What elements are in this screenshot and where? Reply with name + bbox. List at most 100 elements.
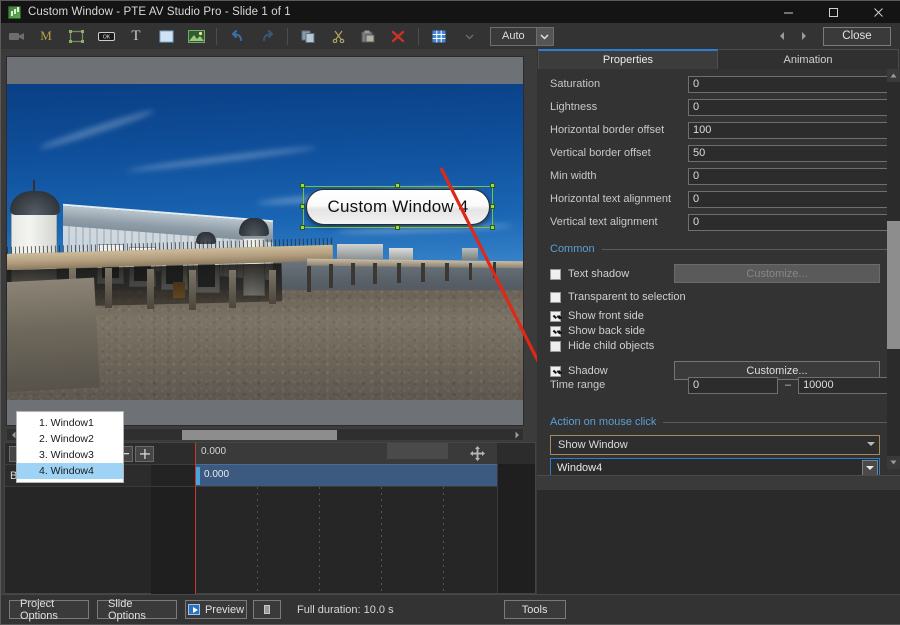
svg-text:OK: OK xyxy=(102,34,110,40)
chevron-down-icon[interactable] xyxy=(862,460,878,476)
project-options-button[interactable]: Project Options xyxy=(9,598,89,622)
action-type-combo[interactable]: Show Window xyxy=(550,435,880,455)
time-range-dash: – xyxy=(784,379,792,391)
dropdown-option-window3[interactable]: 3. Window3 xyxy=(17,447,123,463)
resize-handle-ne[interactable] xyxy=(490,183,495,188)
resize-handle-e[interactable] xyxy=(490,204,495,209)
tab-properties[interactable]: Properties xyxy=(538,49,718,69)
fullscreen-preview-icon xyxy=(264,605,270,614)
copy-icon[interactable] xyxy=(293,24,323,48)
custom-window-object[interactable]: Custom Window 4 xyxy=(300,183,495,230)
vertical-text-alignment-input[interactable]: 0 xyxy=(688,213,888,231)
timeline-ruler[interactable]: 0.000 xyxy=(195,443,497,464)
prev-slide-icon[interactable] xyxy=(771,25,793,47)
checkbox-hide-child-objects[interactable]: Hide child objects xyxy=(550,337,654,355)
dropdown-option-window1[interactable]: 1. Window1 xyxy=(17,415,123,431)
pier-piling xyxy=(493,262,496,278)
video-object-icon[interactable] xyxy=(1,24,31,48)
tools-button[interactable]: Tools xyxy=(503,600,566,619)
dropdown-option-window2[interactable]: 2. Window2 xyxy=(17,431,123,447)
scroll-thumb[interactable] xyxy=(887,221,900,349)
section-header-common: Common xyxy=(550,241,888,257)
paste-icon[interactable] xyxy=(353,24,383,48)
timeline-gridline xyxy=(381,487,382,594)
pier-piling xyxy=(147,269,154,309)
checkbox-box[interactable] xyxy=(550,291,561,303)
checkbox-label: Show back side xyxy=(568,325,646,337)
move-tool-icon[interactable] xyxy=(459,444,495,463)
min-width-input[interactable]: 0 xyxy=(688,167,888,185)
checkbox-box[interactable] xyxy=(550,340,561,352)
redo-icon[interactable] xyxy=(252,24,282,48)
resize-handle-se[interactable] xyxy=(490,225,495,230)
pte-app-icon xyxy=(8,5,21,19)
checkbox-box[interactable] xyxy=(550,310,561,322)
close-icon[interactable] xyxy=(856,1,900,23)
button-object-icon[interactable]: OK xyxy=(91,24,121,48)
dropdown-option-window4[interactable]: 4. Window4 xyxy=(17,463,123,479)
mask-object-icon[interactable]: M xyxy=(31,24,61,48)
timeline-empty-area[interactable] xyxy=(5,486,535,594)
action-type-value: Show Window xyxy=(558,439,628,451)
property-row-horizontal-border-offset: Horizontal border offset 100 xyxy=(550,119,888,141)
pier-end-structure xyxy=(462,248,478,260)
target-window-dropdown-list[interactable]: 1. Window1 2. Window2 3. Window3 4. Wind… xyxy=(16,411,124,483)
close-button[interactable]: Close xyxy=(823,26,891,46)
scroll-up-icon[interactable] xyxy=(887,69,900,82)
zoom-in-button[interactable] xyxy=(135,445,154,462)
delete-icon[interactable] xyxy=(383,24,413,48)
scroll-thumb[interactable] xyxy=(182,430,337,440)
scroll-down-icon[interactable] xyxy=(887,456,900,469)
saturation-input[interactable]: 0 xyxy=(688,75,888,93)
properties-vertical-scrollbar[interactable] xyxy=(887,69,900,469)
timeline-clip-time: 0.000 xyxy=(204,469,230,480)
grid-dropdown-icon[interactable] xyxy=(454,24,484,48)
resize-handle-s[interactable] xyxy=(395,225,400,230)
text-object-icon[interactable]: T xyxy=(121,24,151,48)
image-object-icon[interactable] xyxy=(181,24,211,48)
resize-handle-w[interactable] xyxy=(300,204,305,209)
slide-preview-canvas[interactable]: Custom Window 4 xyxy=(6,56,524,426)
lightness-input[interactable]: 0 xyxy=(688,98,888,116)
checkbox-label: Text shadow xyxy=(568,268,630,280)
checkbox-text-shadow[interactable]: Text shadow xyxy=(550,265,629,283)
timeline-playhead[interactable] xyxy=(195,443,196,595)
maximize-icon[interactable] xyxy=(811,1,856,23)
timeline-clip[interactable]: 0.000 xyxy=(195,464,497,486)
chevron-down-icon[interactable] xyxy=(867,442,875,446)
chevron-down-icon[interactable] xyxy=(535,27,553,45)
scroll-right-icon[interactable] xyxy=(510,429,523,440)
resize-handle-n[interactable] xyxy=(395,183,400,188)
resize-handle-nw[interactable] xyxy=(300,183,305,188)
undo-icon[interactable] xyxy=(222,24,252,48)
section-title: Action on mouse click xyxy=(550,416,657,428)
resize-handle-sw[interactable] xyxy=(300,225,305,230)
zoom-level-value: Auto xyxy=(502,29,525,42)
cut-icon[interactable] xyxy=(323,24,353,48)
rectangle-object-icon[interactable] xyxy=(151,24,181,48)
grid-icon[interactable] xyxy=(424,24,454,48)
vertical-border-offset-input[interactable]: 50 xyxy=(688,144,888,162)
horizontal-text-alignment-input[interactable]: 0 xyxy=(688,190,888,208)
checkbox-transparent-to-selection[interactable]: Transparent to selection xyxy=(550,288,686,306)
time-range-from-input[interactable]: 0 xyxy=(688,376,778,394)
fullscreen-preview-button[interactable] xyxy=(253,600,281,619)
minimize-icon[interactable] xyxy=(766,1,811,23)
sea-wall xyxy=(7,277,100,393)
next-slide-icon[interactable] xyxy=(793,25,815,47)
time-range-to-input[interactable]: 10000 xyxy=(798,376,888,394)
property-label: Horizontal text alignment xyxy=(550,193,672,205)
frame-object-icon[interactable] xyxy=(61,24,91,48)
checkbox-box[interactable] xyxy=(550,325,561,337)
zoom-level-combo[interactable]: Auto xyxy=(490,26,554,46)
preview-button[interactable]: Preview xyxy=(185,600,247,619)
slide-options-button[interactable]: Slide Options xyxy=(97,598,177,622)
property-row-horizontal-text-alignment: Horizontal text alignment 0 xyxy=(550,188,888,210)
properties-scroll-area: Saturation 0 Lightness 0 Horizontal bord… xyxy=(538,69,900,509)
timeline-right-strip xyxy=(497,464,535,593)
checkbox-box[interactable] xyxy=(550,268,561,280)
tab-animation[interactable]: Animation xyxy=(718,49,899,69)
pier-piling xyxy=(307,266,311,292)
horizontal-border-offset-input[interactable]: 100 xyxy=(688,121,888,139)
timeline-gridline xyxy=(319,487,320,594)
